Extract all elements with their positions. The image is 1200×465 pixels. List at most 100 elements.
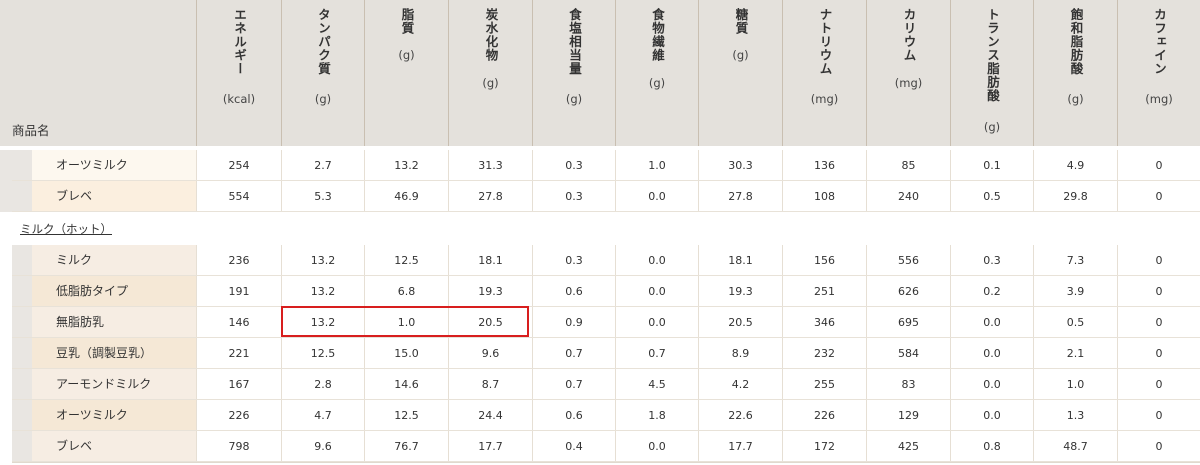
row-value-cell: 0.3: [532, 181, 615, 212]
row-value-cell: 24.4: [448, 400, 532, 431]
row-value-cell: 236: [196, 245, 281, 276]
row-value-cell: 18.1: [448, 245, 532, 276]
header-col-unit: (mg): [1145, 92, 1173, 106]
header-col-unit: (g): [732, 48, 749, 62]
header-col-label: カフェイン: [1152, 8, 1167, 76]
row-value-cell: 0.7: [615, 338, 698, 369]
table-row: ブレベ 554 5.3 46.9 27.8 0.3 0.0 27.8 108 240 0.5 29.8…: [0, 181, 1200, 212]
row-value-cell: 85: [866, 150, 950, 181]
row-value-cell: 2.7: [281, 150, 364, 181]
header-col-5: 食物繊維 (g): [615, 0, 698, 146]
row-value-cell: 19.3: [698, 276, 782, 307]
row-value-cell: 0: [1117, 181, 1200, 212]
row-indent: [12, 431, 32, 462]
row-value-cell: 0.0: [615, 276, 698, 307]
row-value-cell: 0: [1117, 400, 1200, 431]
header-col-label: ナトリウム: [817, 8, 833, 76]
row-value-cell: 12.5: [364, 400, 448, 431]
header-col-6: 糖質 (g): [698, 0, 782, 146]
row-value-cell: 2.8: [281, 369, 364, 400]
row-value-cell: 0.6: [532, 276, 615, 307]
row-product-name: ミルク: [32, 245, 196, 276]
row-value-cell: 1.3: [1033, 400, 1117, 431]
row-value-cell: 226: [782, 400, 866, 431]
table-row: アーモンドミルク 167 2.8 14.6 8.7 0.7 4.5 4.2 255 83 0.0 1.…: [0, 369, 1200, 400]
row-value-cell: 0.9: [532, 307, 615, 338]
row-value-cell: 0: [1117, 307, 1200, 338]
row-value-cell: 9.6: [281, 431, 364, 462]
header-col-unit: (mg): [894, 76, 923, 90]
header-col-unit: (mg): [810, 92, 839, 106]
row-value-cell: 167: [196, 369, 281, 400]
row-value-cell: 146: [196, 307, 281, 338]
header-col-unit: (g): [983, 120, 1001, 134]
header-col-label: カリウム: [901, 8, 917, 62]
row-value-cell: 4.9: [1033, 150, 1117, 181]
row-value-cell: 0: [1117, 369, 1200, 400]
row-value-cell: 20.5: [698, 307, 782, 338]
row-value-cell: 254: [196, 150, 281, 181]
row-value-cell: 9.6: [448, 338, 532, 369]
row-value-cell: 695: [866, 307, 950, 338]
row-value-cell: 0: [1117, 276, 1200, 307]
row-value-cell: 6.8: [364, 276, 448, 307]
row-value-cell: 136: [782, 150, 866, 181]
header-col-label: タンパク質: [316, 8, 331, 76]
row-value-cell: 0: [1117, 245, 1200, 276]
row-value-cell: 255: [782, 369, 866, 400]
row-value-cell: 22.6: [698, 400, 782, 431]
row-value-cell: 0.0: [950, 307, 1033, 338]
row-value-cell: 1.0: [364, 307, 448, 338]
row-value-cell: 1.0: [615, 150, 698, 181]
row-indent: [12, 276, 32, 307]
row-value-cell: 76.7: [364, 431, 448, 462]
header-col-4: 食塩相当量 (g): [532, 0, 615, 146]
nutrition-table: 商品名 エネルギー (kcal) タンパク質 (g) 脂質 (g) 炭水化物 (g) 食塩相当量…: [0, 0, 1200, 465]
header-col-10: 飽和脂肪酸 (g): [1033, 0, 1117, 146]
row-value-cell: 191: [196, 276, 281, 307]
header-col-label: 食塩相当量: [567, 8, 582, 76]
row-value-cell: 0.3: [950, 245, 1033, 276]
row-value-cell: 4.7: [281, 400, 364, 431]
header-col-label: 糖質: [733, 8, 749, 35]
header-name-label: 商品名: [12, 123, 50, 138]
row-value-cell: 13.2: [281, 307, 364, 338]
row-value-cell: 0.7: [532, 369, 615, 400]
row-value-cell: 0: [1117, 338, 1200, 369]
row-value-cell: 3.9: [1033, 276, 1117, 307]
row-divider: [12, 211, 1200, 212]
row-value-cell: 12.5: [364, 245, 448, 276]
row-product-name: アーモンドミルク: [32, 369, 196, 400]
row-value-cell: 27.8: [448, 181, 532, 212]
header-col-8: カリウム (mg): [866, 0, 950, 146]
row-value-cell: 1.0: [1033, 369, 1117, 400]
row-value-cell: 20.5: [448, 307, 532, 338]
row-value-cell: 0.1: [950, 150, 1033, 181]
header-name-cell: 商品名: [0, 0, 196, 146]
header-col-1: タンパク質 (g): [281, 0, 364, 146]
row-value-cell: 0.6: [532, 400, 615, 431]
row-value-cell: 48.7: [1033, 431, 1117, 462]
row-value-cell: 30.3: [698, 150, 782, 181]
row-value-cell: 0: [1117, 431, 1200, 462]
row-value-cell: 129: [866, 400, 950, 431]
header-col-unit: (g): [648, 76, 666, 90]
section-link-milk-hot[interactable]: ミルク（ホット）: [20, 221, 112, 237]
row-value-cell: 0.3: [532, 245, 615, 276]
header-col-7: ナトリウム (mg): [782, 0, 866, 146]
row-value-cell: 4.2: [698, 369, 782, 400]
row-value-cell: 1.8: [615, 400, 698, 431]
row-value-cell: 425: [866, 431, 950, 462]
row-value-cell: 0.8: [950, 431, 1033, 462]
row-value-cell: 584: [866, 338, 950, 369]
row-value-cell: 0.4: [532, 431, 615, 462]
row-value-cell: 46.9: [364, 181, 448, 212]
table-row: 無脂肪乳 146 13.2 1.0 20.5 0.9 0.0 20.5 346 695 0.0 0.5…: [0, 307, 1200, 338]
row-value-cell: 4.5: [615, 369, 698, 400]
row-value-cell: 83: [866, 369, 950, 400]
row-indent: [12, 150, 32, 181]
row-value-cell: 2.1: [1033, 338, 1117, 369]
header-col-unit: (kcal): [222, 92, 256, 106]
row-value-cell: 15.0: [364, 338, 448, 369]
header-col-label: 食物繊維: [650, 8, 665, 62]
